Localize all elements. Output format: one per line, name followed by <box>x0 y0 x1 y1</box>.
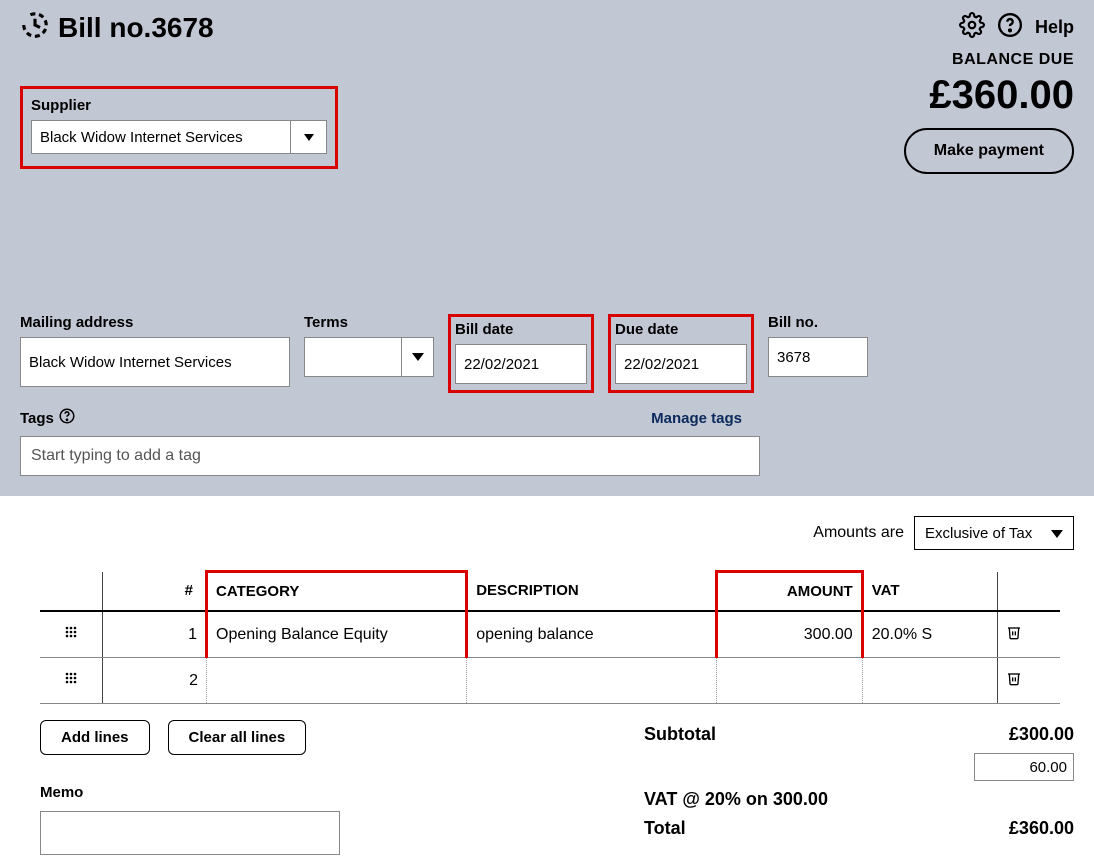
col-vat-header: VAT <box>862 572 997 612</box>
amounts-are-label: Amounts are <box>813 524 904 542</box>
line-vat-cell[interactable] <box>862 658 997 704</box>
tax-mode-value: Exclusive of Tax <box>925 525 1032 542</box>
vat-amount-input[interactable] <box>974 753 1074 781</box>
col-category-header: CATEGORY <box>207 572 467 612</box>
settings-icon[interactable] <box>959 12 985 43</box>
tags-help-icon[interactable] <box>58 407 76 430</box>
col-number-header: # <box>102 572 206 612</box>
terms-dropdown-button[interactable] <box>402 337 434 377</box>
history-icon <box>20 10 50 45</box>
terms-select[interactable] <box>304 337 402 377</box>
mailing-address-label: Mailing address <box>20 314 290 331</box>
table-row[interactable]: 2 <box>40 658 1060 704</box>
line-amount-cell[interactable] <box>717 658 863 704</box>
line-vat-cell[interactable]: 20.0% S <box>862 611 997 658</box>
bill-date-input[interactable] <box>455 344 587 384</box>
line-category-cell[interactable] <box>207 658 467 704</box>
subtotal-label: Subtotal <box>644 724 716 745</box>
due-date-input[interactable] <box>615 344 747 384</box>
help-label[interactable]: Help <box>1035 17 1074 38</box>
line-number: 1 <box>102 611 206 658</box>
supplier-select[interactable] <box>31 120 291 154</box>
terms-label: Terms <box>304 314 434 331</box>
manage-tags-link[interactable]: Manage tags <box>651 410 742 427</box>
line-items-table: # CATEGORY DESCRIPTION AMOUNT VAT 1 Open… <box>40 570 1060 704</box>
tags-label: Tags <box>20 410 54 427</box>
balance-due-label: BALANCE DUE <box>20 51 1074 69</box>
help-icon[interactable] <box>997 12 1023 43</box>
supplier-dropdown-button[interactable] <box>291 120 327 154</box>
tax-mode-select[interactable]: Exclusive of Tax <box>914 516 1074 550</box>
bill-no-label: Bill no. <box>768 314 868 331</box>
supplier-label: Supplier <box>31 97 327 114</box>
line-amount-cell[interactable]: 300.00 <box>717 611 863 658</box>
line-category-cell[interactable]: Opening Balance Equity <box>207 611 467 658</box>
line-description-cell[interactable] <box>467 658 717 704</box>
caret-down-icon <box>1051 525 1063 542</box>
memo-label: Memo <box>40 784 340 801</box>
add-lines-button[interactable]: Add lines <box>40 720 150 755</box>
make-payment-button[interactable]: Make payment <box>904 128 1074 174</box>
vat-breakdown-label: VAT @ 20% on 300.00 <box>644 789 828 810</box>
subtotal-value: £300.00 <box>1009 724 1074 745</box>
page-title: Bill no.3678 <box>58 12 959 44</box>
due-date-label: Due date <box>615 321 747 338</box>
col-amount-header: AMOUNT <box>717 572 863 612</box>
clear-all-lines-button[interactable]: Clear all lines <box>168 720 307 755</box>
bill-no-input[interactable] <box>768 337 868 377</box>
mailing-address-input[interactable] <box>20 337 290 387</box>
drag-handle-icon[interactable] <box>63 673 79 690</box>
line-number: 2 <box>102 658 206 704</box>
col-description-header: DESCRIPTION <box>467 572 717 612</box>
table-row[interactable]: 1 Opening Balance Equity opening balance… <box>40 611 1060 658</box>
tags-input[interactable] <box>20 436 760 476</box>
drag-handle-icon[interactable] <box>63 627 79 644</box>
due-date-group: Due date <box>608 314 754 393</box>
supplier-field-group: Supplier <box>20 86 338 169</box>
line-description-cell[interactable]: opening balance <box>467 611 717 658</box>
delete-line-icon[interactable] <box>1006 673 1022 690</box>
bill-date-group: Bill date <box>448 314 594 393</box>
memo-input[interactable] <box>40 811 340 855</box>
total-label: Total <box>644 818 686 839</box>
bill-date-label: Bill date <box>455 321 587 338</box>
total-value: £360.00 <box>1009 818 1074 839</box>
caret-down-icon <box>412 348 424 366</box>
chevron-down-icon <box>304 128 314 146</box>
delete-line-icon[interactable] <box>1006 627 1022 644</box>
